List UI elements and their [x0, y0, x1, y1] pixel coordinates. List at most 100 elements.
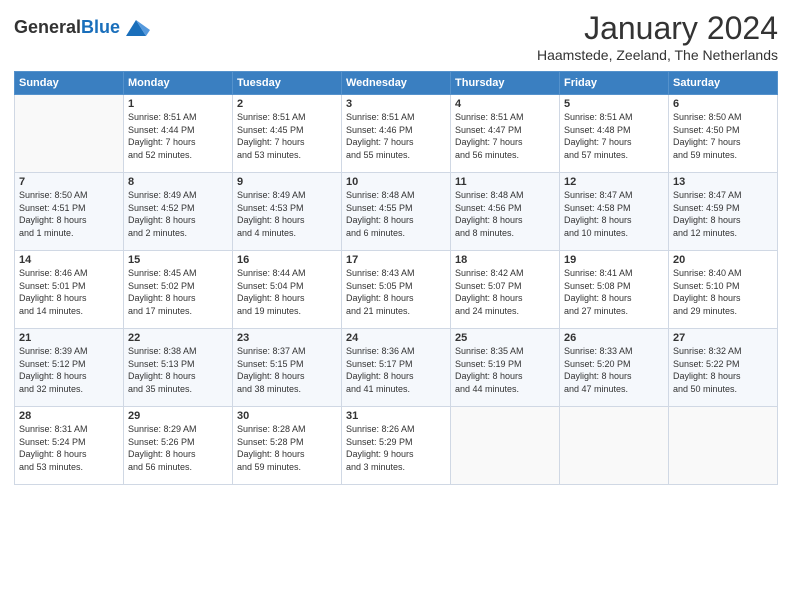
- calendar-cell: 15Sunrise: 8:45 AMSunset: 5:02 PMDayligh…: [124, 251, 233, 329]
- calendar-cell: 14Sunrise: 8:46 AMSunset: 5:01 PMDayligh…: [15, 251, 124, 329]
- location-subtitle: Haamstede, Zeeland, The Netherlands: [537, 47, 778, 63]
- col-header-thursday: Thursday: [451, 72, 560, 95]
- day-info: Sunrise: 8:26 AMSunset: 5:29 PMDaylight:…: [346, 423, 446, 473]
- calendar-cell: 19Sunrise: 8:41 AMSunset: 5:08 PMDayligh…: [560, 251, 669, 329]
- calendar-week-2: 7Sunrise: 8:50 AMSunset: 4:51 PMDaylight…: [15, 173, 778, 251]
- day-number: 10: [346, 176, 446, 188]
- day-info: Sunrise: 8:38 AMSunset: 5:13 PMDaylight:…: [128, 345, 228, 395]
- calendar-cell: 20Sunrise: 8:40 AMSunset: 5:10 PMDayligh…: [669, 251, 778, 329]
- day-info: Sunrise: 8:39 AMSunset: 5:12 PMDaylight:…: [19, 345, 119, 395]
- calendar-cell: [560, 407, 669, 485]
- calendar-cell: 10Sunrise: 8:48 AMSunset: 4:55 PMDayligh…: [342, 173, 451, 251]
- calendar-cell: 23Sunrise: 8:37 AMSunset: 5:15 PMDayligh…: [233, 329, 342, 407]
- day-number: 29: [128, 410, 228, 422]
- day-number: 23: [237, 332, 337, 344]
- logo-blue-text: Blue: [81, 17, 120, 37]
- day-info: Sunrise: 8:49 AMSunset: 4:52 PMDaylight:…: [128, 189, 228, 239]
- calendar-cell: 12Sunrise: 8:47 AMSunset: 4:58 PMDayligh…: [560, 173, 669, 251]
- calendar-header-row: SundayMondayTuesdayWednesdayThursdayFrid…: [15, 72, 778, 95]
- calendar-week-5: 28Sunrise: 8:31 AMSunset: 5:24 PMDayligh…: [15, 407, 778, 485]
- calendar-cell: 27Sunrise: 8:32 AMSunset: 5:22 PMDayligh…: [669, 329, 778, 407]
- day-number: 24: [346, 332, 446, 344]
- calendar-cell: [15, 95, 124, 173]
- calendar-cell: 9Sunrise: 8:49 AMSunset: 4:53 PMDaylight…: [233, 173, 342, 251]
- day-info: Sunrise: 8:41 AMSunset: 5:08 PMDaylight:…: [564, 267, 664, 317]
- day-number: 2: [237, 98, 337, 110]
- calendar-cell: 3Sunrise: 8:51 AMSunset: 4:46 PMDaylight…: [342, 95, 451, 173]
- calendar-cell: 30Sunrise: 8:28 AMSunset: 5:28 PMDayligh…: [233, 407, 342, 485]
- col-header-monday: Monday: [124, 72, 233, 95]
- day-number: 22: [128, 332, 228, 344]
- day-info: Sunrise: 8:47 AMSunset: 4:58 PMDaylight:…: [564, 189, 664, 239]
- day-info: Sunrise: 8:29 AMSunset: 5:26 PMDaylight:…: [128, 423, 228, 473]
- calendar-cell: 11Sunrise: 8:48 AMSunset: 4:56 PMDayligh…: [451, 173, 560, 251]
- day-info: Sunrise: 8:48 AMSunset: 4:55 PMDaylight:…: [346, 189, 446, 239]
- day-number: 11: [455, 176, 555, 188]
- calendar-cell: 24Sunrise: 8:36 AMSunset: 5:17 PMDayligh…: [342, 329, 451, 407]
- calendar-cell: 2Sunrise: 8:51 AMSunset: 4:45 PMDaylight…: [233, 95, 342, 173]
- logo-icon: [122, 14, 150, 42]
- day-number: 16: [237, 254, 337, 266]
- day-info: Sunrise: 8:48 AMSunset: 4:56 PMDaylight:…: [455, 189, 555, 239]
- day-info: Sunrise: 8:49 AMSunset: 4:53 PMDaylight:…: [237, 189, 337, 239]
- day-info: Sunrise: 8:51 AMSunset: 4:48 PMDaylight:…: [564, 111, 664, 161]
- calendar-cell: 29Sunrise: 8:29 AMSunset: 5:26 PMDayligh…: [124, 407, 233, 485]
- col-header-tuesday: Tuesday: [233, 72, 342, 95]
- day-number: 3: [346, 98, 446, 110]
- calendar-cell: [669, 407, 778, 485]
- day-number: 25: [455, 332, 555, 344]
- calendar-week-3: 14Sunrise: 8:46 AMSunset: 5:01 PMDayligh…: [15, 251, 778, 329]
- calendar-cell: 22Sunrise: 8:38 AMSunset: 5:13 PMDayligh…: [124, 329, 233, 407]
- calendar-cell: 25Sunrise: 8:35 AMSunset: 5:19 PMDayligh…: [451, 329, 560, 407]
- day-number: 18: [455, 254, 555, 266]
- day-info: Sunrise: 8:45 AMSunset: 5:02 PMDaylight:…: [128, 267, 228, 317]
- day-info: Sunrise: 8:51 AMSunset: 4:46 PMDaylight:…: [346, 111, 446, 161]
- day-info: Sunrise: 8:50 AMSunset: 4:50 PMDaylight:…: [673, 111, 773, 161]
- calendar-cell: 16Sunrise: 8:44 AMSunset: 5:04 PMDayligh…: [233, 251, 342, 329]
- calendar-cell: 6Sunrise: 8:50 AMSunset: 4:50 PMDaylight…: [669, 95, 778, 173]
- day-number: 21: [19, 332, 119, 344]
- calendar-cell: 7Sunrise: 8:50 AMSunset: 4:51 PMDaylight…: [15, 173, 124, 251]
- title-section: January 2024 Haamstede, Zeeland, The Net…: [537, 10, 778, 63]
- day-number: 12: [564, 176, 664, 188]
- calendar-cell: 26Sunrise: 8:33 AMSunset: 5:20 PMDayligh…: [560, 329, 669, 407]
- day-number: 27: [673, 332, 773, 344]
- day-info: Sunrise: 8:51 AMSunset: 4:47 PMDaylight:…: [455, 111, 555, 161]
- day-number: 30: [237, 410, 337, 422]
- day-info: Sunrise: 8:28 AMSunset: 5:28 PMDaylight:…: [237, 423, 337, 473]
- col-header-wednesday: Wednesday: [342, 72, 451, 95]
- day-info: Sunrise: 8:37 AMSunset: 5:15 PMDaylight:…: [237, 345, 337, 395]
- calendar-cell: 4Sunrise: 8:51 AMSunset: 4:47 PMDaylight…: [451, 95, 560, 173]
- calendar-week-1: 1Sunrise: 8:51 AMSunset: 4:44 PMDaylight…: [15, 95, 778, 173]
- calendar-cell: 8Sunrise: 8:49 AMSunset: 4:52 PMDaylight…: [124, 173, 233, 251]
- day-number: 1: [128, 98, 228, 110]
- day-info: Sunrise: 8:42 AMSunset: 5:07 PMDaylight:…: [455, 267, 555, 317]
- calendar-cell: 1Sunrise: 8:51 AMSunset: 4:44 PMDaylight…: [124, 95, 233, 173]
- day-number: 7: [19, 176, 119, 188]
- logo-general-text: General: [14, 17, 81, 37]
- day-info: Sunrise: 8:51 AMSunset: 4:44 PMDaylight:…: [128, 111, 228, 161]
- day-info: Sunrise: 8:36 AMSunset: 5:17 PMDaylight:…: [346, 345, 446, 395]
- day-info: Sunrise: 8:35 AMSunset: 5:19 PMDaylight:…: [455, 345, 555, 395]
- day-number: 28: [19, 410, 119, 422]
- day-number: 14: [19, 254, 119, 266]
- day-number: 15: [128, 254, 228, 266]
- day-number: 17: [346, 254, 446, 266]
- day-number: 4: [455, 98, 555, 110]
- day-info: Sunrise: 8:47 AMSunset: 4:59 PMDaylight:…: [673, 189, 773, 239]
- calendar-cell: 21Sunrise: 8:39 AMSunset: 5:12 PMDayligh…: [15, 329, 124, 407]
- day-number: 8: [128, 176, 228, 188]
- day-number: 31: [346, 410, 446, 422]
- day-number: 20: [673, 254, 773, 266]
- calendar-cell: 31Sunrise: 8:26 AMSunset: 5:29 PMDayligh…: [342, 407, 451, 485]
- day-number: 5: [564, 98, 664, 110]
- calendar-cell: [451, 407, 560, 485]
- calendar-cell: 5Sunrise: 8:51 AMSunset: 4:48 PMDaylight…: [560, 95, 669, 173]
- day-info: Sunrise: 8:33 AMSunset: 5:20 PMDaylight:…: [564, 345, 664, 395]
- col-header-sunday: Sunday: [15, 72, 124, 95]
- day-info: Sunrise: 8:50 AMSunset: 4:51 PMDaylight:…: [19, 189, 119, 239]
- calendar-cell: 18Sunrise: 8:42 AMSunset: 5:07 PMDayligh…: [451, 251, 560, 329]
- calendar-week-4: 21Sunrise: 8:39 AMSunset: 5:12 PMDayligh…: [15, 329, 778, 407]
- col-header-saturday: Saturday: [669, 72, 778, 95]
- calendar-table: SundayMondayTuesdayWednesdayThursdayFrid…: [14, 71, 778, 485]
